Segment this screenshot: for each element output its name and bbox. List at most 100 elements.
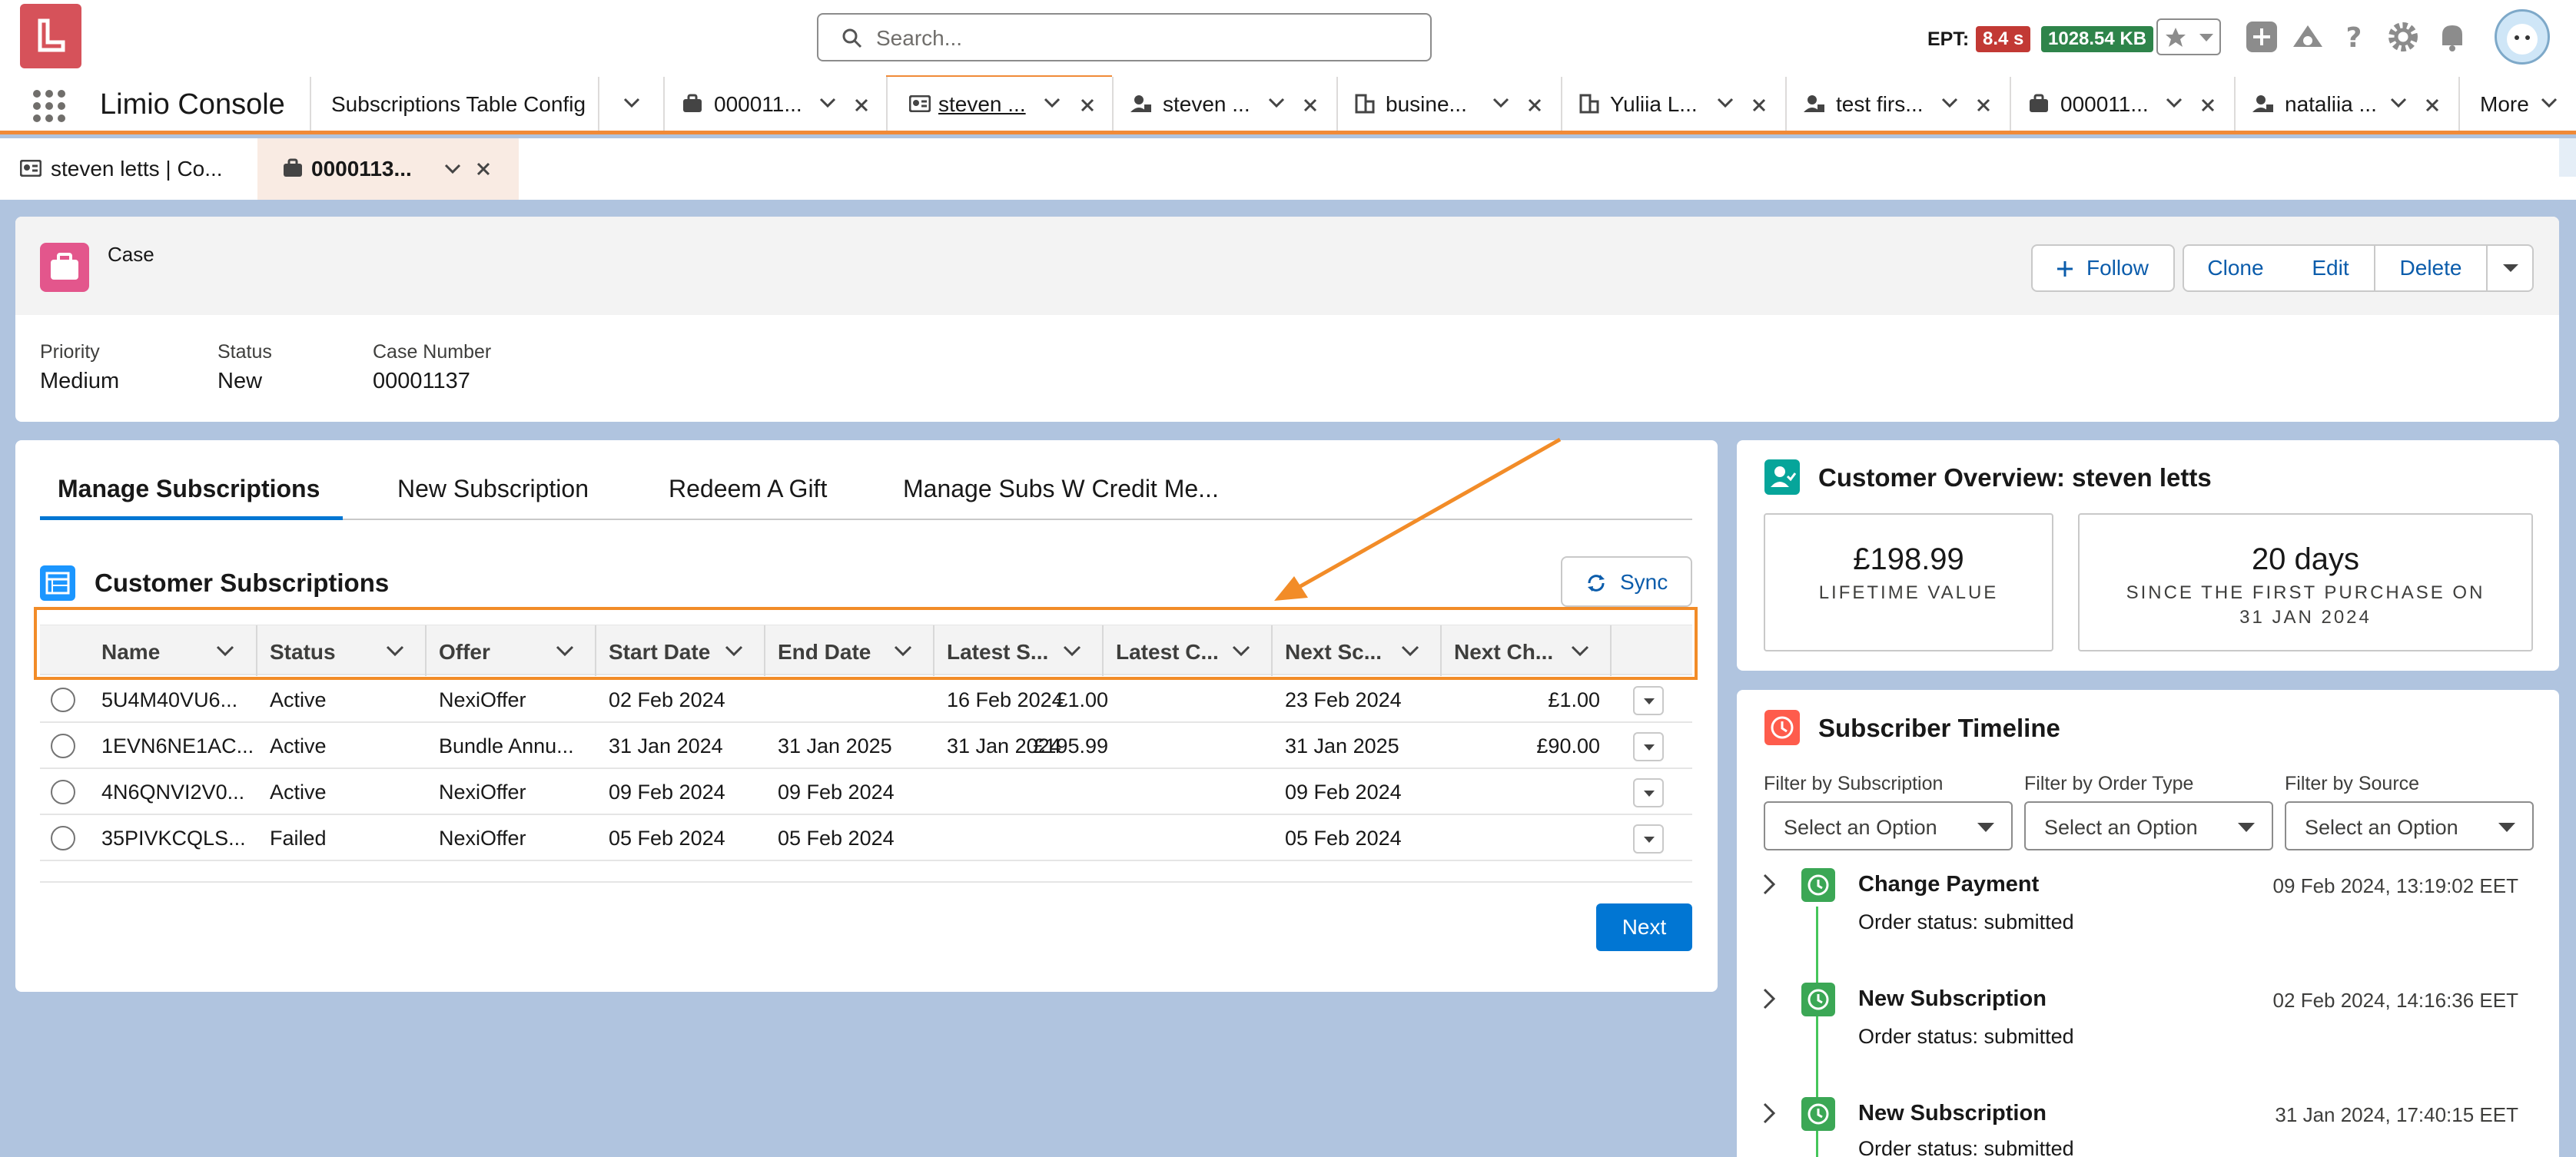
row-select-radio[interactable]	[51, 688, 75, 712]
row-actions-button[interactable]	[1633, 732, 1664, 761]
tab-label: Subscriptions Table Config	[331, 92, 586, 116]
timeline-event-title[interactable]: New Subscription	[1858, 1101, 2047, 1126]
chevron-right-icon[interactable]	[1761, 987, 1777, 1010]
close-icon[interactable]	[1751, 98, 1767, 113]
close-icon[interactable]	[1976, 98, 1991, 113]
favorites-button[interactable]	[2156, 18, 2221, 55]
days-since-label: SINCE THE FIRST PURCHASE ON 31 JAN 2024	[2080, 581, 2531, 630]
tab-person-account-1[interactable]: steven ...	[1112, 77, 1336, 131]
filter-order-type-select[interactable]: Select an Option	[2024, 801, 2273, 850]
tab-manage-subscriptions[interactable]: Manage Subscriptions	[58, 475, 320, 503]
contact-card-icon	[20, 160, 41, 177]
cell-latest-charge: £195.99	[1033, 734, 1108, 758]
cell-start-date: 05 Feb 2024	[609, 827, 725, 850]
header-highlight-box	[34, 607, 1698, 680]
tab-person-account-2[interactable]: test firs...	[1785, 77, 2010, 131]
briefcase-icon	[683, 94, 702, 112]
row-actions-button[interactable]	[1633, 824, 1664, 854]
tab-redeem-a-gift[interactable]: Redeem A Gift	[669, 475, 827, 503]
cell-end-date: 09 Feb 2024	[778, 781, 895, 804]
lifetime-value: £198.99	[1853, 542, 1964, 576]
avatar[interactable]	[2495, 9, 2550, 65]
timeline-event-date: 09 Feb 2024, 13:19:02 EET	[2272, 874, 2518, 897]
global-actions-icon[interactable]	[2244, 19, 2279, 55]
briefcase-icon	[284, 158, 302, 177]
filter-source-select[interactable]: Select an Option	[2285, 801, 2534, 850]
app-launcher-icon[interactable]	[32, 89, 66, 123]
cell-status: Failed	[270, 827, 327, 850]
days-since-label-line1: SINCE THE FIRST PURCHASE ON	[2126, 582, 2485, 603]
row-select-radio[interactable]	[51, 734, 75, 758]
tab-new-subscription[interactable]: New Subscription	[397, 475, 589, 503]
cell-name: 5U4M40VU6...	[101, 688, 238, 711]
filter-subscription-select[interactable]: Select an Option	[1764, 801, 2013, 850]
chevron-down-icon[interactable]	[443, 163, 462, 175]
chevron-down-icon[interactable]	[818, 97, 837, 109]
plus-icon	[2057, 261, 2073, 277]
close-icon[interactable]	[2200, 98, 2216, 113]
cell-name: 35PIVKCQLS...	[101, 827, 246, 850]
timeline-event-status: Order status: submitted	[1858, 910, 2074, 933]
select-value: Select an Option	[2044, 816, 2198, 839]
chevron-down-icon	[1977, 823, 1994, 832]
utility-bar-handle[interactable]	[2559, 138, 2576, 177]
table-row: 35PIVKCQLS... Failed NexiOffer 05 Feb 20…	[40, 815, 1692, 861]
days-since-label-line2: 31 JAN 2024	[2239, 607, 2372, 628]
refresh-icon	[1588, 575, 1605, 592]
chevron-down-icon[interactable]	[1267, 97, 1286, 109]
close-icon[interactable]	[1080, 98, 1095, 113]
contact-card-icon	[909, 95, 931, 112]
chevron-right-icon[interactable]	[1761, 873, 1777, 896]
close-icon[interactable]	[854, 98, 869, 113]
close-icon[interactable]	[2425, 98, 2440, 113]
tab-label: nataliia ...	[2285, 92, 2377, 116]
delete-button[interactable]: Delete	[2374, 244, 2488, 292]
tab-contact-active[interactable]: steven ...	[886, 77, 1112, 131]
clone-button[interactable]: Clone	[2183, 244, 2289, 292]
trailhead-icon[interactable]	[2290, 19, 2325, 55]
tab-case-2[interactable]: 000011...	[2010, 77, 2234, 131]
follow-button[interactable]: Follow	[2031, 244, 2175, 292]
status-value: New	[217, 369, 263, 393]
tab-overflow-menu[interactable]	[598, 77, 663, 131]
cell-latest-charge: £1.00	[1056, 688, 1108, 711]
cell-start-date: 09 Feb 2024	[609, 781, 725, 804]
row-actions-button[interactable]	[1633, 686, 1664, 715]
tab-subscriptions-table-config[interactable]: Subscriptions Table Config	[310, 77, 598, 131]
case-number-value: 00001137	[373, 369, 470, 393]
subtab-contact[interactable]: steven letts | Co...	[51, 157, 223, 181]
table-row: 4N6QNVI2V0... Active NexiOffer 09 Feb 20…	[40, 769, 1692, 815]
more-actions-button[interactable]	[2486, 244, 2534, 292]
timeline-event-status: Order status: submitted	[1858, 1137, 2074, 1157]
building-icon	[1355, 94, 1375, 114]
tab-person-account-3[interactable]: nataliia ...	[2234, 77, 2458, 131]
tab-manage-subs-credit[interactable]: Manage Subs W Credit Me...	[903, 475, 1219, 503]
svg-text:?: ?	[2346, 22, 2362, 54]
tab-account-1[interactable]: busine...	[1336, 77, 1561, 131]
timeline-event-title[interactable]: New Subscription	[1858, 986, 2047, 1012]
chevron-down-icon[interactable]	[1716, 97, 1734, 109]
chevron-down-icon[interactable]	[1492, 97, 1510, 109]
edit-button[interactable]: Edit	[2287, 244, 2375, 292]
chevron-down-icon[interactable]	[2165, 97, 2183, 109]
tab-case-1[interactable]: 000011...	[663, 77, 886, 131]
close-icon[interactable]	[476, 161, 491, 177]
chevron-right-icon[interactable]	[1761, 1102, 1777, 1125]
tab-account-2[interactable]: Yuliia L...	[1561, 77, 1785, 131]
row-actions-button[interactable]	[1633, 778, 1664, 807]
next-button[interactable]: Next	[1596, 903, 1692, 951]
chevron-down-icon[interactable]	[1940, 97, 1959, 109]
close-icon[interactable]	[1303, 98, 1318, 113]
app-logo-icon[interactable]	[20, 4, 81, 68]
timeline-event-title[interactable]: Change Payment	[1858, 872, 2039, 897]
bell-icon[interactable]	[2435, 19, 2470, 55]
gear-icon[interactable]	[2385, 19, 2421, 55]
chevron-down-icon[interactable]	[2389, 97, 2408, 109]
close-icon[interactable]	[1527, 98, 1542, 113]
chevron-down-icon[interactable]	[1043, 97, 1061, 109]
row-select-radio[interactable]	[51, 826, 75, 850]
more-tabs-button[interactable]: More	[2458, 77, 2576, 131]
section-title: Customer Subscriptions	[95, 569, 390, 597]
row-select-radio[interactable]	[51, 780, 75, 804]
help-icon[interactable]: ?	[2336, 19, 2372, 55]
